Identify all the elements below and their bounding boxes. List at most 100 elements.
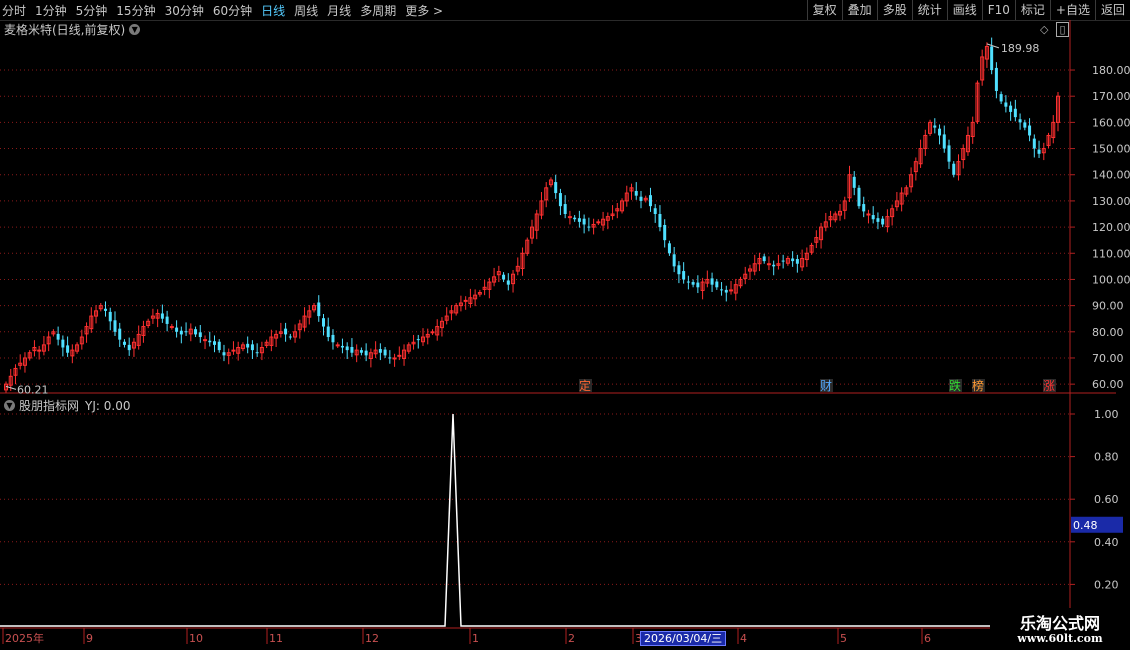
candle-body [430, 331, 435, 334]
time-label: 12 [365, 632, 379, 645]
candle-body [762, 256, 766, 262]
candle-body [658, 214, 662, 228]
candle-body [169, 326, 174, 329]
candle-body [866, 213, 871, 216]
candle-body [942, 134, 946, 149]
candle-body [203, 339, 208, 342]
candle-body [340, 345, 344, 348]
candle-body [165, 316, 169, 324]
time-label: 9 [86, 632, 93, 645]
candle-body [179, 330, 183, 335]
candle-body [175, 327, 179, 332]
candle-body [933, 125, 937, 128]
candle-body [691, 282, 695, 285]
candle-body [852, 176, 856, 188]
candle-body [378, 349, 382, 353]
candle-body [502, 274, 506, 280]
indicator-tick-label: 0.60 [1094, 493, 1119, 506]
time-label: 2025年 [5, 631, 44, 645]
candle-body [938, 128, 942, 136]
candle-body [648, 195, 652, 207]
candle-body [677, 265, 681, 275]
candle-body [1018, 119, 1022, 123]
indicator-dropdown-icon[interactable]: ▼ [4, 400, 15, 411]
candle-body [724, 289, 728, 293]
candle-body [198, 332, 202, 338]
candle-body [871, 215, 875, 220]
candle-body [990, 46, 994, 71]
candle-body [321, 318, 325, 327]
candle-body [118, 328, 122, 340]
indicator-title[interactable]: ▼ 股朋指标网 YJ: 0.00 [4, 397, 130, 414]
time-label: 4 [740, 632, 747, 645]
candle-body [1037, 149, 1041, 154]
price-tick-label: 120.00 [1092, 221, 1130, 234]
current-value-text: 0.48 [1073, 519, 1098, 532]
high-marker: 189.98 [1001, 42, 1040, 55]
candle-body [563, 204, 567, 214]
candle-body [217, 341, 221, 351]
candle-body [383, 349, 387, 356]
time-label: 10 [189, 632, 203, 645]
candle-body [772, 264, 776, 267]
candle-body [104, 308, 108, 311]
candle-body [397, 354, 402, 357]
price-tick-label: 160.00 [1092, 116, 1130, 129]
candle-body [876, 218, 880, 222]
candle-body [56, 333, 60, 340]
candle-body [160, 313, 164, 319]
candle-body [653, 208, 657, 214]
indicator-tick-label: 0.20 [1094, 578, 1119, 591]
candle-body [127, 344, 131, 351]
candle-body [663, 224, 667, 241]
candle-body [781, 260, 785, 262]
candle-body [222, 352, 226, 356]
candle-body [554, 182, 558, 194]
candle-body [582, 218, 586, 225]
candle-body [194, 329, 198, 335]
price-tick-label: 60.00 [1092, 378, 1124, 391]
candle-body [1013, 108, 1017, 118]
watermark-url: www.60lt.com [1017, 632, 1103, 645]
indicator-tick-label: 0.80 [1094, 451, 1119, 464]
indicator-tick-label: 1.00 [1094, 408, 1119, 421]
price-tick-label: 110.00 [1092, 247, 1130, 260]
candle-body [634, 190, 638, 196]
candle-body [1009, 105, 1013, 112]
candle-body [184, 331, 188, 333]
event-tag: 财 [820, 379, 832, 393]
candle-body [720, 289, 724, 291]
time-label: 6 [924, 632, 931, 645]
price-tick-label: 70.00 [1092, 352, 1124, 365]
candle-body [947, 145, 951, 162]
candle-body [766, 263, 771, 266]
time-label: 11 [269, 632, 283, 645]
candle-body [345, 346, 349, 351]
selected-date: 2026/03/04/三 [640, 631, 727, 646]
event-tag: 榜 [972, 378, 984, 393]
candle-body [326, 326, 330, 338]
candle-body [795, 259, 799, 264]
time-label: 2 [568, 632, 575, 645]
candle-body [558, 193, 562, 207]
candle-body [587, 226, 591, 228]
candle-body [715, 281, 719, 288]
candle-body [952, 163, 956, 175]
watermark-title: 乐淘公式网 [1019, 614, 1100, 633]
kline-chart[interactable]: 60.00 70.00 80.00 90.00 100.00 110.00 120.00 13… [0, 0, 1130, 650]
candle-body [881, 218, 885, 225]
time-label: 5 [840, 632, 847, 645]
indicator-value: YJ: 0.00 [85, 398, 131, 413]
candle-body [862, 204, 866, 212]
candle-body [364, 350, 368, 356]
event-tag: 定 [579, 378, 591, 393]
candle-body [388, 357, 392, 359]
candle-body [857, 187, 861, 207]
price-tick-label: 180.00 [1092, 64, 1130, 77]
candle-body [331, 334, 335, 343]
price-tick-label: 90.00 [1092, 300, 1124, 313]
candle-body [1023, 122, 1027, 128]
candle-body [284, 328, 288, 335]
candle-body [667, 243, 671, 254]
candle-body [37, 349, 42, 352]
